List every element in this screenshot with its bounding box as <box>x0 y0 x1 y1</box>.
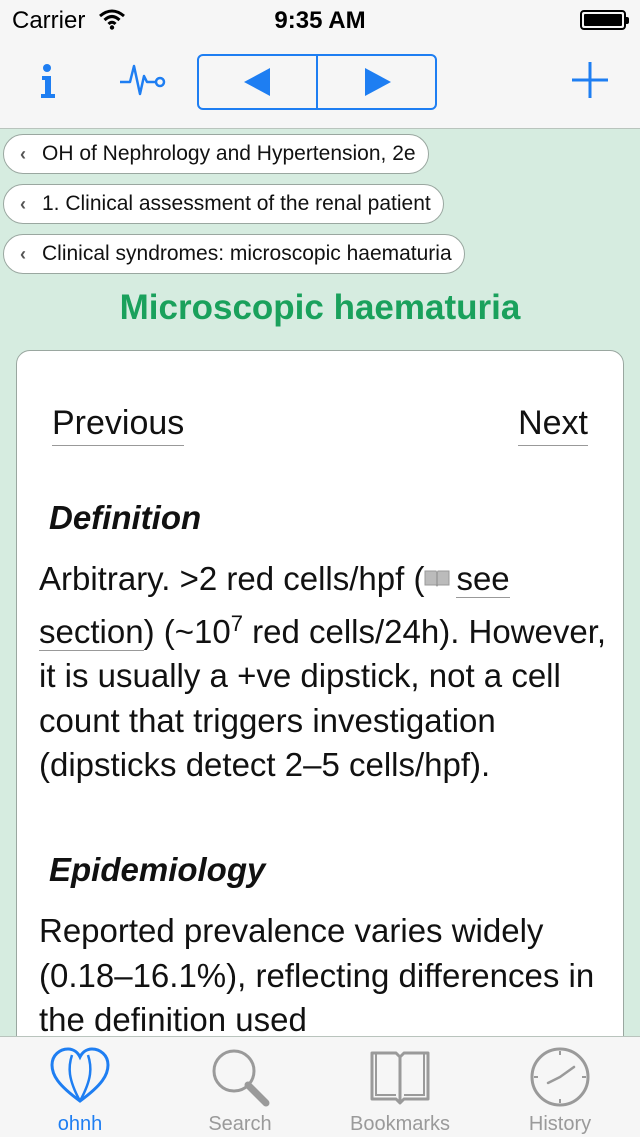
tab-search[interactable]: Search <box>160 1037 320 1137</box>
battery-icon <box>580 10 629 30</box>
back-forward-segment <box>197 54 437 110</box>
breadcrumb-label: 1. Clinical assessment of the renal pati… <box>42 192 431 215</box>
search-icon <box>212 1049 270 1107</box>
forward-button[interactable] <box>318 56 435 108</box>
breadcrumb-chapter[interactable]: ‹ 1. Clinical assessment of the renal pa… <box>3 184 444 224</box>
see-section-link[interactable]: section <box>39 612 144 651</box>
clock-time: 9:35 AM <box>274 7 366 34</box>
tab-label: ohnh <box>57 1113 103 1135</box>
chevron-left-icon: ‹ <box>20 193 26 214</box>
breadcrumb-label: OH of Nephrology and Hypertension, 2e <box>42 142 416 165</box>
clock-icon <box>530 1047 590 1107</box>
tab-bookmarks[interactable]: Bookmarks <box>320 1037 480 1137</box>
tab-label: History <box>528 1113 592 1135</box>
definition-paragraph: Arbitrary. >2 red cells/hpf ( see section)… <box>39 557 609 788</box>
breadcrumb-label: Clinical syndromes: microscopic haematur… <box>42 242 452 265</box>
see-section-link[interactable]: see <box>456 560 510 598</box>
content-card: Previous Next Definition Arbitrary. >2 r… <box>16 350 624 1070</box>
back-button[interactable] <box>199 56 318 108</box>
book-icon <box>424 570 450 587</box>
epidemiology-heading: Epidemiology <box>49 851 266 888</box>
page-title: Microscopic haematuria <box>119 288 521 327</box>
breadcrumb-section[interactable]: ‹ Clinical syndromes: microscopic haemat… <box>3 234 465 274</box>
plus-icon[interactable] <box>570 60 610 100</box>
previous-link[interactable]: Previous <box>52 403 185 446</box>
next-link[interactable]: Next <box>518 403 588 446</box>
info-icon[interactable] <box>34 58 62 102</box>
status-bar: Carrier 9:35 AM <box>0 0 640 40</box>
top-bar: Carrier 9:35 AM <box>0 0 640 129</box>
tab-label: Bookmarks <box>349 1113 451 1135</box>
tab-label: Search <box>208 1113 272 1135</box>
tab-bar: ohnh Search Bookmarks History <box>0 1036 640 1137</box>
tab-history[interactable]: History <box>480 1037 640 1137</box>
book-icon <box>370 1051 430 1105</box>
chevron-left-icon: ‹ <box>20 143 26 164</box>
tab-ohnh[interactable]: ohnh <box>0 1037 160 1137</box>
pulse-icon[interactable] <box>118 62 168 98</box>
breadcrumb-book[interactable]: ‹ OH of Nephrology and Hypertension, 2e <box>3 134 429 174</box>
heart-icon <box>50 1047 110 1103</box>
epidemiology-paragraph: Reported prevalence varies widely (0.18–… <box>39 912 595 1038</box>
back-arrow-icon <box>243 68 270 96</box>
definition-text: Arbitrary. >2 red cells/hpf ( <box>39 560 425 597</box>
superscript: 7 <box>230 610 243 636</box>
definition-text: ) (~10 <box>143 612 231 650</box>
chevron-left-icon: ‹ <box>20 243 26 264</box>
forward-arrow-icon <box>364 68 391 96</box>
definition-heading: Definition <box>49 499 202 536</box>
